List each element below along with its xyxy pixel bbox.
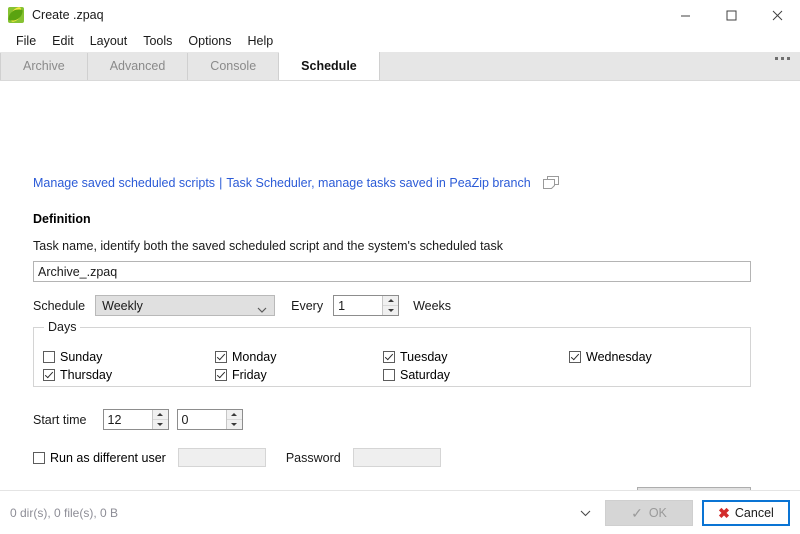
tab-advanced[interactable]: Advanced bbox=[88, 53, 189, 80]
checkbox-monday-box[interactable] bbox=[215, 351, 227, 363]
tab-overflow-icon[interactable] bbox=[775, 57, 790, 60]
checkbox-thursday-box[interactable] bbox=[43, 369, 55, 381]
checkbox-thursday-label: Thursday bbox=[60, 368, 112, 382]
menu-item-help[interactable]: Help bbox=[240, 32, 282, 50]
links-row: Manage saved scheduled scripts | Task Sc… bbox=[33, 176, 559, 190]
menu-item-edit[interactable]: Edit bbox=[44, 32, 82, 50]
checkbox-thursday[interactable]: Thursday bbox=[43, 366, 215, 384]
checkbox-tuesday-label: Tuesday bbox=[400, 350, 447, 364]
every-weeks-decrement-button[interactable] bbox=[383, 306, 398, 315]
task-name-label: Task name, identify both the saved sched… bbox=[33, 239, 503, 253]
checkbox-saturday-box[interactable] bbox=[383, 369, 395, 381]
start-time-hour-stepper[interactable]: 12 bbox=[103, 409, 169, 430]
maximize-icon[interactable] bbox=[708, 0, 754, 30]
every-weeks-increment-button[interactable] bbox=[383, 296, 398, 306]
checkbox-wednesday-box[interactable] bbox=[569, 351, 581, 363]
schedule-row: Schedule Weekly Every 1 Weeks bbox=[33, 295, 451, 316]
triangle-up-icon bbox=[157, 413, 163, 416]
schedule-select[interactable]: Weekly bbox=[95, 295, 275, 316]
menu-item-layout[interactable]: Layout bbox=[82, 32, 136, 50]
triangle-down-icon bbox=[231, 423, 237, 426]
cancel-button-label: Cancel bbox=[735, 506, 774, 520]
window-controls bbox=[662, 0, 800, 30]
tab-schedule[interactable]: Schedule bbox=[279, 52, 380, 80]
menu-item-tools[interactable]: Tools bbox=[135, 32, 180, 50]
link-task-scheduler[interactable]: Task Scheduler, manage tasks saved in Pe… bbox=[226, 176, 530, 190]
title-bar: Create .zpaq bbox=[0, 0, 800, 30]
start-time-minute-increment-button[interactable] bbox=[227, 410, 242, 420]
link-separator: | bbox=[215, 176, 226, 190]
menu-item-file[interactable]: File bbox=[8, 32, 44, 50]
checkbox-saturday-label: Saturday bbox=[400, 368, 450, 382]
menu-bar: File Edit Layout Tools Options Help bbox=[0, 30, 800, 52]
menu-item-options[interactable]: Options bbox=[180, 32, 239, 50]
tab-archive[interactable]: Archive bbox=[0, 53, 88, 80]
ok-button-label: OK bbox=[649, 506, 667, 520]
run-as-username-input[interactable] bbox=[178, 448, 266, 467]
checkbox-run-as-different-user[interactable]: Run as different user bbox=[33, 451, 166, 465]
checkbox-wednesday[interactable]: Wednesday bbox=[569, 348, 739, 366]
checkbox-monday[interactable]: Monday bbox=[215, 348, 383, 366]
triangle-up-icon bbox=[388, 299, 394, 302]
schedule-panel: Manage saved scheduled scripts | Task Sc… bbox=[0, 81, 800, 504]
checkbox-saturday[interactable]: Saturday bbox=[383, 366, 569, 384]
triangle-down-icon bbox=[157, 423, 163, 426]
every-weeks-stepper-buttons[interactable] bbox=[382, 296, 398, 315]
checkbox-run-as-label: Run as different user bbox=[50, 451, 166, 465]
start-time-hour-increment-button[interactable] bbox=[153, 410, 168, 420]
checkbox-sunday-label: Sunday bbox=[60, 350, 102, 364]
chevron-down-icon[interactable] bbox=[580, 506, 591, 520]
status-text: 0 dir(s), 0 file(s), 0 B bbox=[10, 506, 580, 520]
start-time-hour-stepper-buttons[interactable] bbox=[152, 410, 168, 429]
start-time-hour-value: 12 bbox=[108, 413, 122, 427]
triangle-up-icon bbox=[231, 413, 237, 416]
ok-button[interactable]: ✓ OK bbox=[605, 500, 693, 526]
peazip-leaf-icon bbox=[8, 7, 24, 23]
start-time-label: Start time bbox=[33, 413, 87, 427]
checkbox-sunday-box[interactable] bbox=[43, 351, 55, 363]
minimize-icon[interactable] bbox=[662, 0, 708, 30]
schedule-label: Schedule bbox=[33, 299, 85, 313]
start-time-minute-decrement-button[interactable] bbox=[227, 420, 242, 429]
check-icon: ✓ bbox=[631, 506, 643, 520]
password-label: Password bbox=[286, 451, 341, 465]
checkbox-tuesday-box[interactable] bbox=[383, 351, 395, 363]
days-grid: Sunday Monday Tuesday Wednesday Thursday… bbox=[43, 348, 743, 384]
password-input[interactable] bbox=[353, 448, 441, 467]
checkbox-wednesday-label: Wednesday bbox=[586, 350, 652, 364]
tab-console[interactable]: Console bbox=[188, 53, 279, 80]
every-label: Every bbox=[291, 299, 323, 313]
checkbox-friday-label: Friday bbox=[232, 368, 267, 382]
run-as-row: Run as different user Password bbox=[33, 448, 441, 467]
checkbox-friday[interactable]: Friday bbox=[215, 366, 383, 384]
task-name-input[interactable] bbox=[33, 261, 751, 282]
start-time-row: Start time 12 0 bbox=[33, 409, 243, 430]
definition-heading: Definition bbox=[33, 212, 91, 226]
tab-bar: Archive Advanced Console Schedule bbox=[0, 52, 800, 81]
checkbox-friday-box[interactable] bbox=[215, 369, 227, 381]
window-title: Create .zpaq bbox=[32, 8, 662, 22]
every-weeks-stepper[interactable]: 1 bbox=[333, 295, 399, 316]
chevron-down-icon bbox=[257, 302, 267, 316]
bottom-bar: 0 dir(s), 0 file(s), 0 B ✓ OK ✖ Cancel bbox=[0, 490, 800, 534]
days-groupbox: Days Sunday Monday Tuesday Wednesday Thu… bbox=[33, 327, 751, 387]
checkbox-run-as-box[interactable] bbox=[33, 452, 45, 464]
start-time-minute-value: 0 bbox=[182, 413, 189, 427]
checkbox-tuesday[interactable]: Tuesday bbox=[383, 348, 569, 366]
start-time-minute-stepper[interactable]: 0 bbox=[177, 409, 243, 430]
cancel-button[interactable]: ✖ Cancel bbox=[702, 500, 790, 526]
triangle-down-icon bbox=[388, 309, 394, 312]
copy-windows-icon[interactable] bbox=[543, 176, 559, 190]
x-icon: ✖ bbox=[718, 506, 730, 520]
weeks-unit-label: Weeks bbox=[413, 299, 451, 313]
close-icon[interactable] bbox=[754, 0, 800, 30]
every-weeks-value: 1 bbox=[338, 299, 345, 313]
start-time-minute-stepper-buttons[interactable] bbox=[226, 410, 242, 429]
link-manage-saved-scripts[interactable]: Manage saved scheduled scripts bbox=[33, 176, 215, 190]
start-time-hour-decrement-button[interactable] bbox=[153, 420, 168, 429]
days-groupbox-title: Days bbox=[44, 320, 80, 334]
checkbox-monday-label: Monday bbox=[232, 350, 276, 364]
schedule-select-value: Weekly bbox=[102, 299, 143, 313]
checkbox-sunday[interactable]: Sunday bbox=[43, 348, 215, 366]
